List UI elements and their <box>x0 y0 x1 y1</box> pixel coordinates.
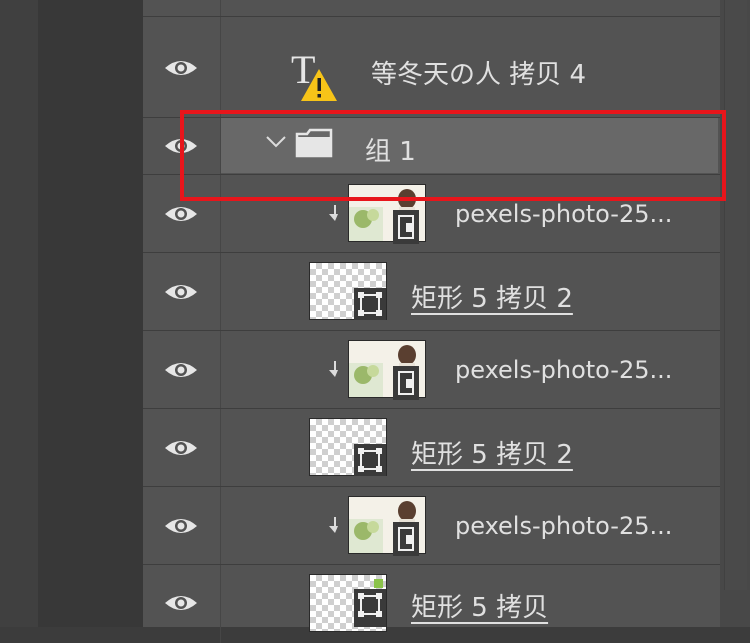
layer-row-partial[interactable] <box>143 0 720 17</box>
eye-icon[interactable] <box>164 204 198 224</box>
layer-row-shape[interactable]: 矩形 5 拷贝 2 <box>143 253 720 331</box>
layer-row-shape[interactable]: 矩形 5 拷贝 2 <box>143 409 720 487</box>
visibility-cell[interactable] <box>143 565 221 643</box>
shape-layer-icon <box>354 288 386 320</box>
clipping-arrow-icon <box>329 205 338 221</box>
layer-row-smart-object[interactable]: pexels-photo-25... <box>143 487 720 565</box>
eye-icon[interactable] <box>164 593 198 613</box>
layers-panel: T 等冬天の人 拷贝 4 组 1 pexels-photo-25... 矩形 5… <box>143 0 720 643</box>
eye-icon[interactable] <box>164 58 198 78</box>
eye-icon[interactable] <box>164 438 198 458</box>
red-highlight-box <box>180 110 726 201</box>
eye-icon[interactable] <box>164 516 198 536</box>
visibility-cell[interactable] <box>143 17 221 117</box>
clipping-arrow-icon <box>329 517 338 533</box>
layer-name[interactable]: 矩形 5 拷贝 <box>411 587 548 624</box>
visibility-cell[interactable] <box>143 409 221 486</box>
smart-object-badge <box>393 366 419 400</box>
layer-name[interactable]: 等冬天の人 拷贝 4 <box>371 54 586 91</box>
layer-name[interactable]: 矩形 5 拷贝 2 <box>411 434 573 471</box>
visibility-cell[interactable] <box>143 0 221 16</box>
layer-row-shape[interactable]: 矩形 5 拷贝 <box>143 565 720 643</box>
layer-name[interactable]: pexels-photo-25... <box>455 512 672 540</box>
scrollbar-thumb[interactable] <box>724 0 747 590</box>
text-layer-icon: T <box>291 47 337 101</box>
visibility-cell[interactable] <box>143 253 221 330</box>
left-dock-edge <box>0 0 39 627</box>
visibility-cell[interactable] <box>143 331 221 408</box>
smart-object-badge <box>393 522 419 556</box>
layer-name[interactable]: pexels-photo-25... <box>455 356 672 384</box>
smart-object-badge <box>393 210 419 244</box>
shape-layer-icon <box>354 444 386 476</box>
layer-name[interactable]: pexels-photo-25... <box>455 200 672 228</box>
shape-layer-icon <box>354 579 386 627</box>
visibility-cell[interactable] <box>143 487 221 564</box>
warning-icon <box>311 0 339 2</box>
left-dock <box>38 0 143 627</box>
layer-name[interactable]: 矩形 5 拷贝 2 <box>411 278 573 315</box>
eye-icon[interactable] <box>164 360 198 380</box>
layer-row-smart-object[interactable]: pexels-photo-25... <box>143 331 720 409</box>
clipping-arrow-icon <box>329 361 338 377</box>
layer-row-text[interactable]: T 等冬天の人 拷贝 4 <box>143 17 720 118</box>
eye-icon[interactable] <box>164 282 198 302</box>
